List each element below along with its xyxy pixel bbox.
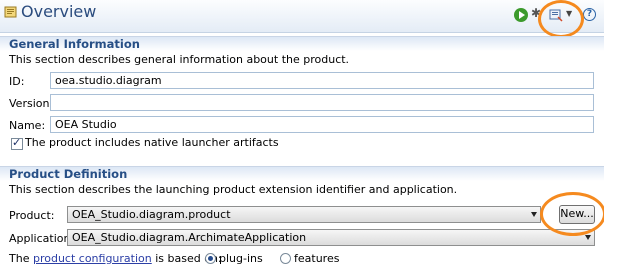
plugins-radio-label: plug-ins bbox=[219, 252, 263, 265]
launcher-checkbox-label: The product includes native launcher art… bbox=[25, 136, 279, 149]
application-label: Application: bbox=[9, 232, 75, 245]
run-icon[interactable] bbox=[514, 8, 528, 22]
section-description: This section describes general informati… bbox=[9, 53, 350, 66]
section-description: This section describes the launching pro… bbox=[9, 183, 458, 196]
application-combo-value: OEA_Studio.diagram.ArchimateApplication bbox=[72, 231, 307, 244]
name-field[interactable]: OEA Studio bbox=[50, 116, 594, 133]
id-label: ID: bbox=[9, 75, 25, 88]
debug-icon[interactable]: ✱ bbox=[531, 6, 545, 20]
dropdown-icon[interactable]: ▼ bbox=[566, 9, 580, 23]
version-field[interactable] bbox=[50, 94, 594, 111]
features-radio-label: features bbox=[294, 252, 340, 265]
page-title: Overview bbox=[21, 2, 97, 21]
chevron-down-icon bbox=[585, 235, 591, 240]
launcher-checkbox[interactable] bbox=[11, 136, 23, 150]
product-combo[interactable]: OEA_Studio.diagram.product bbox=[67, 206, 541, 223]
general-information-section: General Information This section describ… bbox=[0, 36, 604, 154]
features-radio[interactable] bbox=[280, 253, 291, 264]
product-definition-section: Product Definition This section describe… bbox=[0, 166, 604, 274]
product-label: Product: bbox=[9, 209, 55, 222]
name-label: Name: bbox=[9, 119, 46, 132]
id-field[interactable]: oea.studio.diagram bbox=[50, 72, 594, 89]
export-icon[interactable] bbox=[549, 8, 563, 22]
application-combo[interactable]: OEA_Studio.diagram.ArchimateApplication bbox=[67, 229, 595, 246]
plugins-radio[interactable] bbox=[205, 253, 216, 264]
overview-icon bbox=[4, 6, 17, 18]
product-combo-value: OEA_Studio.diagram.product bbox=[72, 208, 231, 221]
product-configuration-link[interactable]: product configuration bbox=[33, 252, 152, 265]
right-margin bbox=[604, 0, 621, 274]
help-icon[interactable]: ? bbox=[583, 8, 596, 21]
new-product-button[interactable]: New... bbox=[559, 205, 595, 224]
config-prefix: The bbox=[9, 252, 30, 265]
version-label: Version: bbox=[9, 97, 54, 110]
section-title: Product Definition bbox=[9, 167, 128, 181]
section-title: General Information bbox=[9, 37, 140, 51]
chevron-down-icon bbox=[531, 212, 537, 217]
editor-header: Overview ✱ ▼ ? bbox=[0, 0, 604, 33]
product-config-text: The product configuration is based on: bbox=[9, 252, 222, 265]
